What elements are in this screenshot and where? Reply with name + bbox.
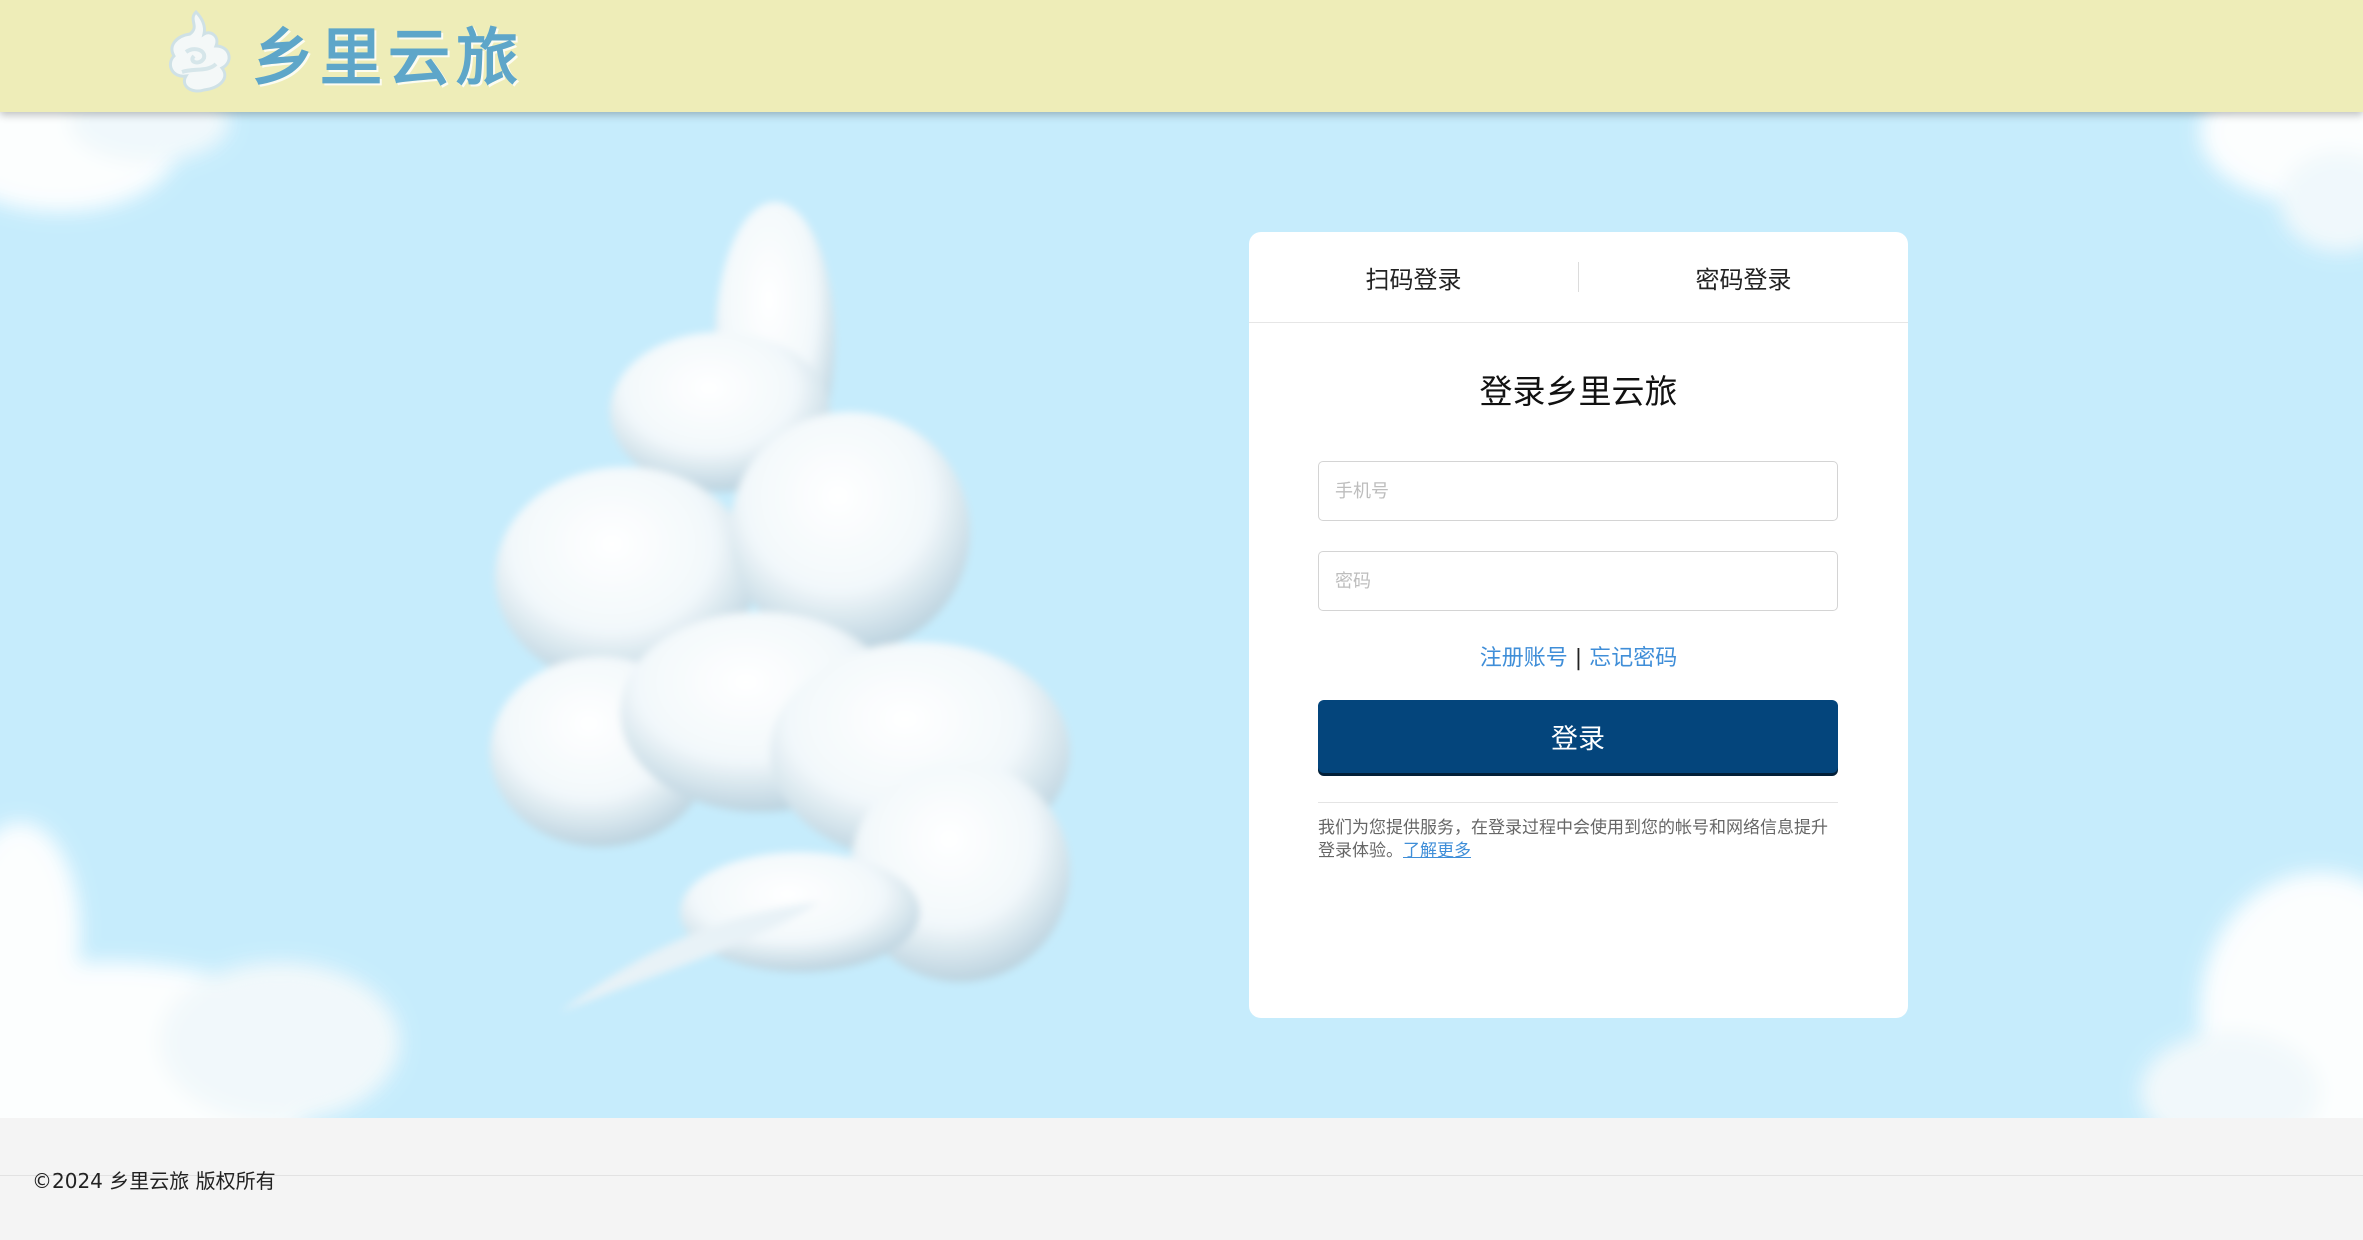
register-link[interactable]: 注册账号 [1480,646,1568,671]
phone-input[interactable] [1318,461,1838,521]
password-input[interactable] [1318,551,1838,611]
forgot-password-link[interactable]: 忘记密码 [1589,646,1677,671]
hero-background [0,112,2363,1118]
copyright-text: ©2024 乡里云旅 版权所有 [32,1169,276,1193]
learn-more-link[interactable]: 了解更多 [1403,841,1471,861]
login-button[interactable]: 登录 [1318,700,1838,773]
brand-name: 乡里云旅 [252,21,525,94]
cloud-illustration [0,112,2363,1118]
brand-logo[interactable]: 乡里云旅 [160,4,524,100]
footer-divider [0,1175,2363,1176]
tab-password-login[interactable]: 密码登录 [1579,260,1908,295]
cloud-logo-icon [169,9,231,93]
privacy-notice: 我们为您提供服务，在登录过程中会使用到您的帐号和网络信息提升登录体验。了解更多 [1318,817,1838,863]
top-header: 乡里云旅 [0,0,2363,112]
notice-text: 我们为您提供服务，在登录过程中会使用到您的帐号和网络信息提升登录体验。 [1318,818,1828,861]
corner-clouds [0,112,2363,1118]
page-footer: ©2024 乡里云旅 版权所有 [0,1118,2363,1240]
login-title: 登录乡里云旅 [1479,372,1678,411]
link-separator: | [1574,646,1583,671]
cloud-character-icon [490,202,1070,1012]
divider [1318,802,1838,803]
tab-qr-login[interactable]: 扫码登录 [1249,260,1578,295]
account-links: 注册账号 | 忘记密码 [1249,640,1908,672]
login-card: 扫码登录 密码登录 登录乡里云旅 注册账号 | 忘记密码 登录 我们为您提供服务… [1249,232,1908,1018]
login-tabs: 扫码登录 密码登录 [1249,232,1908,323]
